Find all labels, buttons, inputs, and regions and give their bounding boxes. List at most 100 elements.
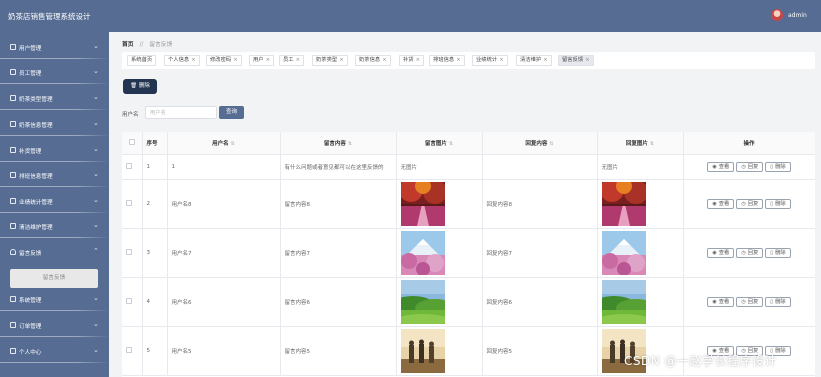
trash-icon: ▯ — [770, 298, 774, 305]
close-icon[interactable]: × — [233, 57, 237, 63]
row-delete-button[interactable]: ▯ 删除 — [765, 296, 791, 307]
reply-button[interactable]: ◷ 回复 — [736, 247, 764, 258]
close-icon[interactable]: × — [382, 57, 386, 63]
actions-cell: ◉ 查看 ◷ 回复 ▯ 删除 — [683, 154, 815, 180]
column-header[interactable]: 留言内容 ⇅ — [280, 132, 397, 155]
thumbnail-image[interactable] — [601, 181, 679, 226]
close-icon[interactable]: × — [191, 57, 195, 63]
user-name[interactable]: admin — [788, 12, 807, 19]
sidebar-item-users[interactable]: 用户管理 ⌄ — [0, 35, 109, 60]
sort-icon[interactable]: ⇅ — [231, 141, 235, 147]
column-header[interactable]: 回复图片 ⇅ — [597, 132, 684, 155]
close-icon[interactable]: × — [339, 57, 343, 63]
column-header[interactable]: 用户名 ⇅ — [167, 132, 281, 155]
tab-feedback[interactable]: 留言反馈 × — [558, 55, 594, 66]
select-all-checkbox[interactable] — [122, 132, 143, 155]
eye-icon: ◉ — [712, 163, 717, 170]
sort-icon[interactable]: ⇅ — [549, 141, 553, 147]
tab-performance[interactable]: 业绩统计 × — [472, 55, 508, 66]
row-checkbox[interactable] — [122, 154, 143, 180]
grid-icon — [10, 121, 16, 127]
tab-schedule[interactable]: 排班信息 × — [429, 55, 465, 66]
avatar[interactable] — [771, 9, 783, 21]
delete-button[interactable]: 🗑︎ 删除 — [123, 79, 157, 94]
chevron-down-icon: ⌄ — [93, 170, 99, 178]
divider — [0, 161, 109, 162]
close-icon[interactable]: × — [266, 57, 270, 63]
divider — [0, 212, 109, 213]
column-header[interactable]: 留言图片 ⇅ — [396, 132, 483, 155]
sidebar-item-orders[interactable]: 订单管理 ⌄ — [0, 313, 109, 338]
sidebar: 用户管理 ⌄ 员工管理 ⌄ 奶茶类型管理 ⌄ 奶茶信息管理 ⌄ 补货管理 ⌄ 排… — [0, 32, 109, 377]
sidebar-item-feedback[interactable]: 留言反馈 ⌃ — [0, 240, 109, 265]
sidebar-item-label: 排班信息管理 — [19, 174, 53, 180]
tab-home[interactable]: 系统首页 — [127, 55, 157, 66]
close-icon[interactable]: × — [416, 57, 420, 63]
close-icon[interactable]: × — [456, 57, 460, 63]
view-button[interactable]: ◉ 查看 — [707, 247, 735, 258]
tab-cleaning[interactable]: 清洁维护 × — [516, 55, 552, 66]
sidebar-item-cleaning[interactable]: 清洁维护管理 ⌄ — [0, 214, 109, 239]
sidebar-item-profile[interactable]: 个人中心 ⌄ — [0, 339, 109, 364]
view-button[interactable]: ◉ 查看 — [707, 198, 735, 209]
tab-tea-info[interactable]: 奶茶信息 × — [355, 55, 391, 66]
row-checkbox[interactable] — [122, 326, 143, 376]
close-icon[interactable]: × — [296, 57, 300, 63]
chevron-down-icon: ⌄ — [93, 196, 99, 204]
thumbnail-image[interactable] — [400, 328, 478, 373]
thumbnail-image[interactable] — [400, 181, 478, 226]
sidebar-item-system[interactable]: 系统管理 ⌄ — [0, 287, 109, 312]
sidebar-subitem-feedback[interactable]: 留言反馈 — [10, 269, 98, 288]
close-icon[interactable]: × — [499, 57, 503, 63]
breadcrumb-separator: // — [139, 42, 144, 48]
reply-button[interactable]: ◷ 回复 — [736, 161, 764, 172]
sidebar-item-restock[interactable]: 补货管理 ⌄ — [0, 138, 109, 163]
close-icon[interactable]: × — [543, 57, 547, 63]
sidebar-item-performance[interactable]: 业绩统计管理 ⌄ — [0, 189, 109, 214]
row-delete-button[interactable]: ▯ 删除 — [765, 198, 791, 209]
tab-tea-types[interactable]: 奶茶类型 × — [312, 55, 348, 66]
reply-button[interactable]: ◷ 回复 — [736, 198, 764, 209]
row-delete-button[interactable]: ▯ 删除 — [765, 161, 791, 172]
sort-icon[interactable]: ⇅ — [449, 141, 453, 147]
column-header: 操作 — [683, 132, 815, 155]
search-input[interactable] — [145, 106, 217, 119]
thumbnail-image[interactable] — [601, 279, 679, 324]
thumbnail-image[interactable] — [601, 230, 679, 275]
row-checkbox[interactable] — [122, 277, 143, 327]
tab-staff[interactable]: 员工 × — [279, 55, 305, 66]
chevron-down-icon: ⌄ — [93, 119, 99, 127]
sort-icon[interactable]: ⇅ — [348, 141, 352, 147]
chevron-down-icon: ⌄ — [93, 320, 99, 328]
actions-cell: ◉ 查看 ◷ 回复 ▯ 删除 — [683, 179, 815, 229]
reply-button[interactable]: ◷ 回复 — [736, 296, 764, 307]
table-row: 2 用户名8 留言内容8 回复内容8 ◉ 查看 ◷ 回复 ▯ 删除 — [122, 179, 815, 229]
actions-cell: ◉ 查看 ◷ 回复 ▯ 删除 — [683, 277, 815, 327]
search-button[interactable]: 查询 — [219, 106, 244, 119]
view-button[interactable]: ◉ 查看 — [707, 296, 735, 307]
view-button[interactable]: ◉ 查看 — [707, 161, 735, 172]
row-checkbox[interactable] — [122, 228, 143, 278]
breadcrumb-home[interactable]: 首页 — [122, 42, 134, 48]
sidebar-item-label: 员工管理 — [19, 71, 42, 77]
tab-users[interactable]: 用户 × — [249, 55, 275, 66]
sidebar-item-staff[interactable]: 员工管理 ⌄ — [0, 60, 109, 85]
divider — [0, 83, 109, 84]
column-header[interactable]: 回复内容 ⇅ — [482, 132, 598, 155]
tab-restock[interactable]: 补货 × — [399, 55, 425, 66]
sidebar-item-label: 清洁维护管理 — [19, 225, 53, 231]
row-checkbox[interactable] — [122, 179, 143, 229]
thumbnail-image[interactable] — [400, 230, 478, 275]
sidebar-item-tea-types[interactable]: 奶茶类型管理 ⌄ — [0, 86, 109, 111]
trash-icon: ▯ — [770, 163, 774, 170]
sidebar-item-schedule[interactable]: 排班信息管理 ⌄ — [0, 163, 109, 188]
thumbnail-image[interactable] — [400, 279, 478, 324]
reply-icon: ◷ — [741, 200, 746, 207]
sort-icon[interactable]: ⇅ — [650, 141, 654, 147]
tab-personal-info[interactable]: 个人信息 × — [164, 55, 200, 66]
sidebar-item-tea-info[interactable]: 奶茶信息管理 ⌄ — [0, 112, 109, 137]
row-delete-button[interactable]: ▯ 删除 — [765, 247, 791, 258]
image-cell — [396, 326, 483, 376]
tab-change-password[interactable]: 修改密码 × — [206, 55, 242, 66]
close-icon[interactable]: × — [585, 57, 589, 63]
